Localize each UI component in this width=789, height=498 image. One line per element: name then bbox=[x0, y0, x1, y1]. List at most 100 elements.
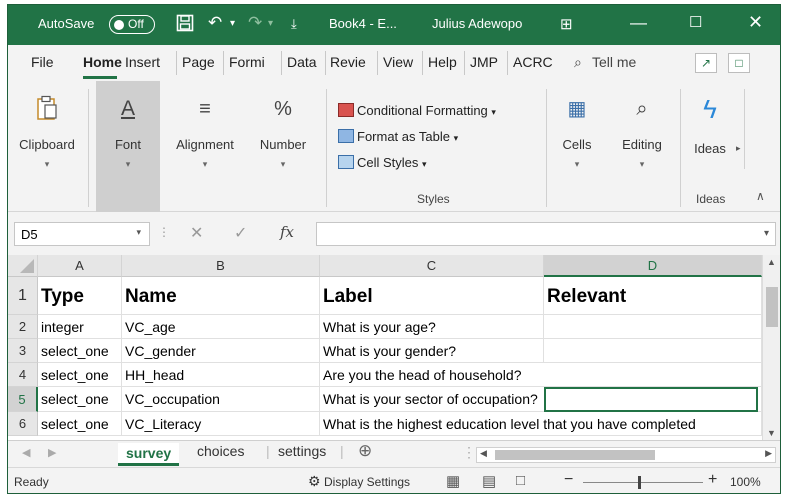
tab-file[interactable]: File bbox=[31, 54, 54, 70]
cells-group[interactable]: ▦ Cells ▾ bbox=[550, 81, 604, 212]
ribbon-scroll-right-icon[interactable]: ▸ bbox=[736, 143, 741, 154]
cell-b1[interactable]: Name bbox=[122, 277, 320, 315]
cell-c1[interactable]: Label bbox=[320, 277, 544, 315]
cell-a1[interactable]: Type bbox=[38, 277, 122, 315]
cell-b6[interactable]: VC_Literacy bbox=[122, 412, 320, 436]
cancel-icon[interactable]: ✕ bbox=[190, 223, 203, 243]
drag-handle-icon[interactable]: ⋮ bbox=[158, 225, 170, 239]
column-header-a[interactable]: A bbox=[38, 255, 122, 277]
prev-sheet-icon[interactable]: ◀ bbox=[22, 446, 30, 459]
enter-icon[interactable]: ✓ bbox=[234, 223, 247, 243]
row-header-6[interactable]: 6 bbox=[8, 412, 38, 436]
insert-function-button[interactable]: fx bbox=[280, 223, 294, 241]
tab-formulas[interactable]: Formi bbox=[229, 54, 279, 70]
sheet-tab-settings[interactable]: settings bbox=[278, 443, 326, 459]
sheet-tab-survey[interactable]: survey bbox=[118, 443, 180, 466]
format-as-table-button[interactable]: Format as Table ▾ bbox=[338, 129, 458, 144]
user-name[interactable]: Julius Adewopo bbox=[432, 16, 522, 31]
save-icon[interactable] bbox=[176, 14, 194, 37]
horizontal-scrollbar[interactable]: ◀ ▶ bbox=[476, 447, 776, 463]
select-all-corner[interactable] bbox=[8, 255, 38, 277]
cell-a5[interactable]: select_one bbox=[38, 387, 122, 412]
zoom-level[interactable]: 100% bbox=[730, 475, 761, 489]
tab-view[interactable]: View bbox=[383, 54, 413, 70]
redo-icon[interactable]: ↷ bbox=[248, 13, 262, 33]
ribbon-display-icon[interactable]: ⊞ bbox=[560, 15, 573, 33]
column-header-b[interactable]: B bbox=[122, 255, 320, 277]
add-sheet-icon[interactable]: ⊕ bbox=[358, 441, 372, 461]
font-group[interactable]: A Font ▾ bbox=[96, 81, 160, 212]
cell-b2[interactable]: VC_age bbox=[122, 315, 320, 339]
tell-me-search[interactable]: Tell me bbox=[592, 54, 636, 70]
row-header-1[interactable]: 1 bbox=[8, 277, 38, 315]
comments-icon[interactable]: □ bbox=[728, 53, 750, 73]
row-header-5[interactable]: 5 bbox=[8, 387, 38, 412]
maximize-icon[interactable]: ☐ bbox=[689, 13, 702, 31]
tab-jmp[interactable]: JMP bbox=[470, 54, 498, 70]
row-header-2[interactable]: 2 bbox=[8, 315, 38, 339]
conditional-formatting-button[interactable]: Conditional Formatting ▾ bbox=[338, 103, 496, 118]
scroll-right-icon[interactable]: ▶ bbox=[765, 448, 772, 459]
scroll-down-icon[interactable]: ▼ bbox=[767, 428, 776, 438]
sheet-tab-choices[interactable]: choices bbox=[197, 443, 244, 459]
horizontal-scroll-thumb[interactable] bbox=[495, 450, 655, 460]
autosave-toggle[interactable]: Off bbox=[109, 15, 155, 34]
cell-a4[interactable]: select_one bbox=[38, 363, 122, 387]
cell-c2[interactable]: What is your age? bbox=[320, 315, 544, 339]
vertical-scrollbar[interactable]: ▲ ▼ bbox=[762, 255, 780, 440]
display-settings-label[interactable]: Display Settings bbox=[324, 475, 410, 489]
close-icon[interactable]: ✕ bbox=[748, 12, 763, 33]
share-icon[interactable]: ↗ bbox=[695, 53, 717, 73]
cell-a3[interactable]: select_one bbox=[38, 339, 122, 363]
minimize-icon[interactable]: — bbox=[630, 13, 647, 33]
tab-insert[interactable]: Insert bbox=[125, 54, 160, 70]
tab-page-layout[interactable]: Page bbox=[182, 54, 215, 70]
customize-toolbar-icon[interactable]: ⤓ bbox=[291, 16, 297, 32]
display-settings-icon[interactable]: ⚙ bbox=[308, 473, 321, 490]
cell-d3[interactable] bbox=[544, 339, 762, 363]
page-break-view-icon[interactable]: □ bbox=[516, 472, 525, 489]
next-sheet-icon[interactable]: ▶ bbox=[48, 446, 56, 459]
editing-group[interactable]: ⌕ Editing ▾ bbox=[610, 81, 674, 212]
column-header-d[interactable]: D bbox=[544, 255, 762, 277]
row-header-4[interactable]: 4 bbox=[8, 363, 38, 387]
cell-b3[interactable]: VC_gender bbox=[122, 339, 320, 363]
name-box[interactable]: D5 ▾ bbox=[14, 222, 150, 246]
scroll-up-icon[interactable]: ▲ bbox=[767, 257, 776, 267]
tab-review[interactable]: Revie bbox=[330, 54, 375, 70]
page-layout-view-icon[interactable]: ▤ bbox=[482, 472, 496, 490]
tab-home[interactable]: Home bbox=[83, 54, 123, 70]
formula-input[interactable]: ▾ bbox=[316, 222, 776, 246]
redo-dropdown-icon[interactable]: ▾ bbox=[268, 18, 273, 29]
number-group[interactable]: % Number ▾ bbox=[252, 81, 314, 212]
tab-data[interactable]: Data bbox=[287, 54, 317, 70]
zoom-out-icon[interactable]: − bbox=[564, 471, 573, 489]
column-header-c[interactable]: C bbox=[320, 255, 544, 277]
cell-b4[interactable]: HH_head bbox=[122, 363, 320, 387]
cell-b5[interactable]: VC_occupation bbox=[122, 387, 320, 412]
cell-c3[interactable]: What is your gender? bbox=[320, 339, 544, 363]
vertical-scroll-thumb[interactable] bbox=[766, 287, 778, 327]
row-header-3[interactable]: 3 bbox=[8, 339, 38, 363]
clipboard-group[interactable]: Clipboard ▾ bbox=[14, 81, 80, 212]
tab-help[interactable]: Help bbox=[428, 54, 457, 70]
cell-c4[interactable]: Are you the head of household? bbox=[320, 363, 762, 387]
cell-d2[interactable] bbox=[544, 315, 762, 339]
cell-a2[interactable]: integer bbox=[38, 315, 122, 339]
worksheet-grid[interactable]: A B C D 1 Type Name Label Relevant 2 int… bbox=[8, 255, 762, 440]
cell-c6[interactable]: What is the highest education level that… bbox=[320, 412, 762, 436]
tab-split-handle-icon[interactable]: ⋮ bbox=[462, 444, 476, 461]
normal-view-icon[interactable]: ▦ bbox=[446, 472, 460, 490]
undo-icon[interactable]: ↶ bbox=[208, 13, 222, 33]
collapse-ribbon-icon[interactable]: ∧ bbox=[756, 189, 765, 203]
alignment-group[interactable]: ≡ Alignment ▾ bbox=[168, 81, 242, 212]
undo-dropdown-icon[interactable]: ▾ bbox=[230, 18, 235, 29]
scroll-left-icon[interactable]: ◀ bbox=[480, 448, 487, 459]
search-icon[interactable]: ⌕ bbox=[574, 54, 582, 71]
cell-styles-button[interactable]: Cell Styles ▾ bbox=[338, 155, 427, 170]
zoom-slider-track[interactable] bbox=[583, 482, 703, 483]
expand-formula-bar-icon[interactable]: ▾ bbox=[764, 228, 769, 239]
cell-c5[interactable]: What is your sector of occupation? bbox=[320, 387, 762, 412]
cell-d1[interactable]: Relevant bbox=[544, 277, 762, 315]
zoom-slider-thumb[interactable] bbox=[638, 476, 641, 489]
